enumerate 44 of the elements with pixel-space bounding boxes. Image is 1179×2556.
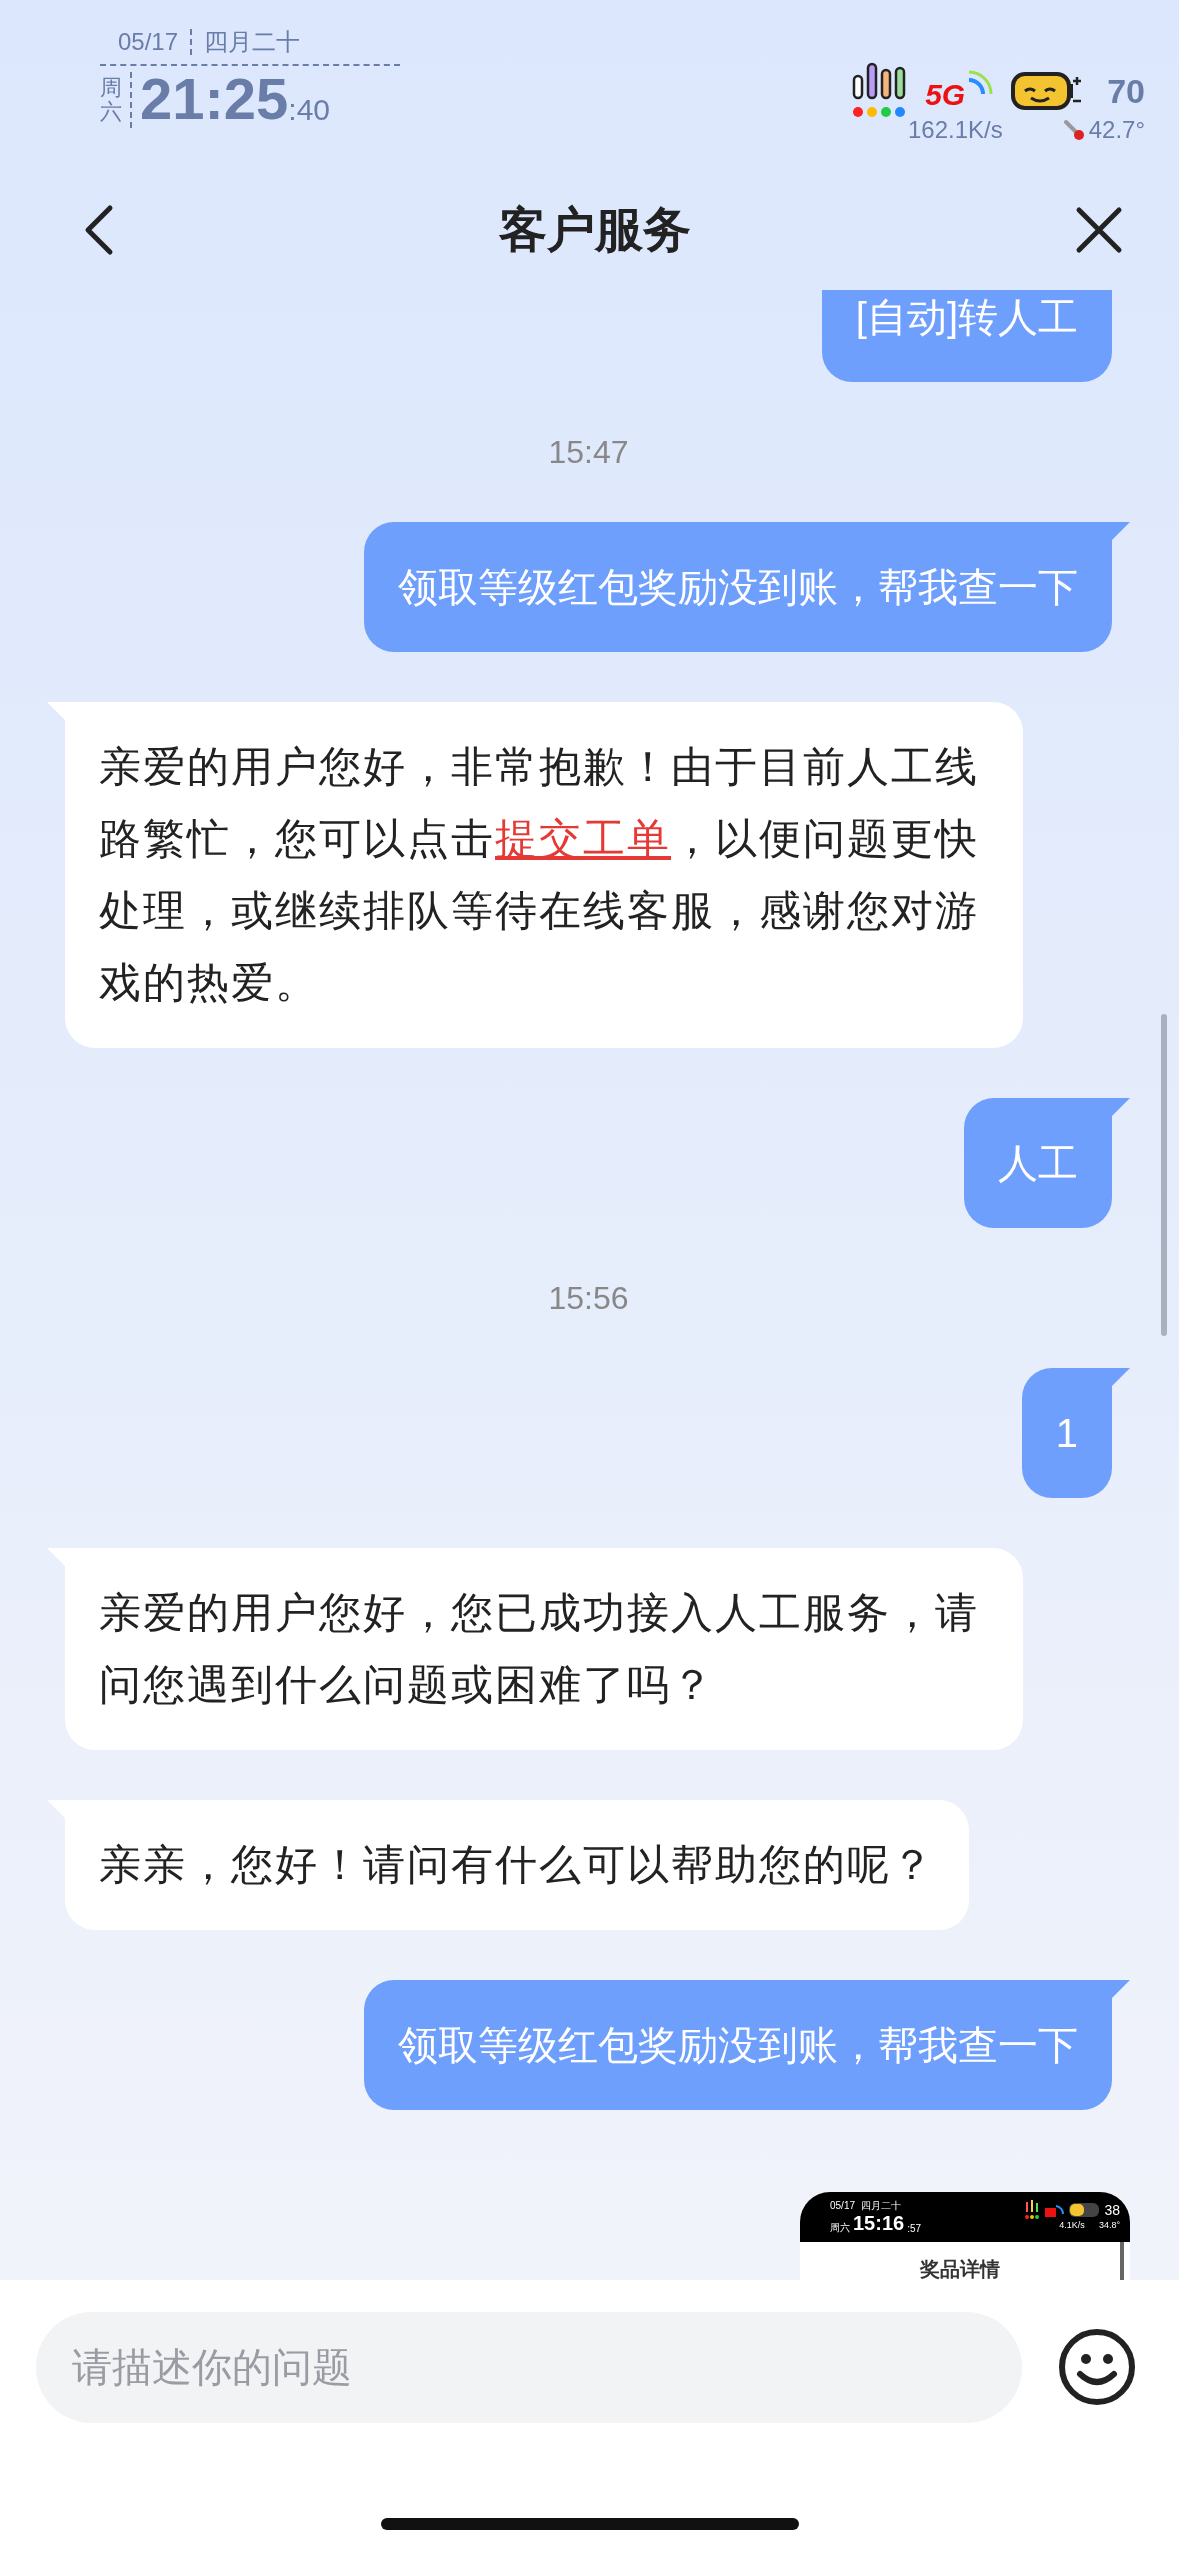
network-5g-icon (1044, 2202, 1065, 2218)
temperature: 42.7° (1088, 116, 1145, 144)
lunar-date: 四月二十 (861, 2200, 902, 2212)
temperature: 34.8° (1098, 2220, 1120, 2230)
user-message: 人工 (964, 1098, 1112, 1228)
status-date: 05/17 (118, 28, 179, 56)
agent-message: 亲爱的用户您好，非常抱歉！由于目前人工线路繁忙，您可以点击提交工单，以便问题更快处理，或继续排队等待在线客服，感谢您对游戏的热爱。 (65, 702, 1023, 1048)
user-message: 领取等级红包奖励没到账，帮我查一下 (364, 1980, 1112, 2110)
status-seconds: :40 (288, 92, 331, 128)
status-seconds: :57 (907, 2223, 922, 2234)
weekday: 周六 (100, 75, 122, 126)
user-message: 1 (1021, 1368, 1112, 1498)
smiley-icon[interactable] (1058, 2328, 1136, 2406)
message-input[interactable]: 请描述你的问题 (36, 2312, 1022, 2423)
message-time: 15:56 (547, 1279, 630, 1318)
submit-ticket-link[interactable]: 提交工单 (495, 815, 671, 862)
weekday: 周六 (830, 2222, 850, 2234)
network-speed: 162.1K/s (907, 116, 1003, 144)
page-title: 客户服务 (498, 202, 691, 258)
bubble-tail (1112, 1368, 1130, 1386)
network-type: 5G (925, 77, 966, 112)
status-time: 15:16 (853, 2212, 905, 2234)
agent-message: 亲亲，您好！请问有什么可以帮助您的呢？ (65, 1800, 969, 1930)
battery-icon (1068, 2202, 1101, 2218)
screenshot-title: 奖品详情 (920, 2258, 1000, 2280)
lunar-date: 四月二十 (204, 27, 301, 57)
status-date: 05/17 (830, 2200, 856, 2212)
network-speed: 4.1K/s (1059, 2220, 1085, 2230)
message-time: 15:47 (547, 433, 630, 472)
signal-icon (1024, 2200, 1041, 2220)
bubble-tail (47, 702, 65, 720)
battery-icon (1011, 71, 1084, 111)
signal-arc-icon (967, 70, 994, 96)
agent-message: 亲爱的用户您好，您已成功接入人工服务，请问您遇到什么问题或困难了吗？ (65, 1548, 1023, 1750)
thermometer-icon (1062, 119, 1085, 141)
bubble-tail (1112, 522, 1130, 540)
scrollbar[interactable] (1161, 1014, 1167, 1336)
user-message: [自动]转人工 (821, 290, 1112, 382)
bubble-tail (1112, 1980, 1130, 1998)
status-time: 21:25 (140, 70, 289, 128)
user-message: 领取等级红包奖励没到账，帮我查一下 (364, 522, 1112, 652)
battery-level: 38 (1104, 2202, 1120, 2218)
battery-level: 70 (1107, 71, 1145, 111)
bubble-tail (1112, 1098, 1130, 1116)
